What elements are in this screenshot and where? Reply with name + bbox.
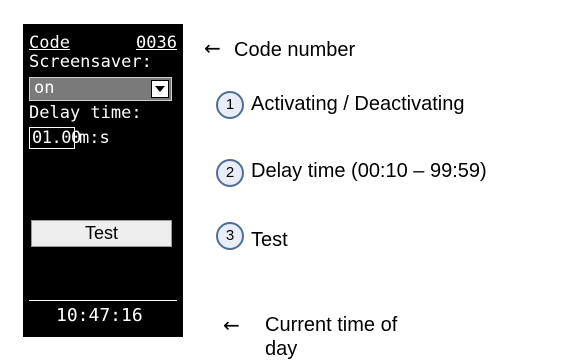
test-button[interactable]: Test bbox=[31, 220, 172, 247]
left-arrow-icon: ← bbox=[204, 36, 221, 60]
current-time-display: 10:47:16 bbox=[56, 305, 143, 326]
delay-time-value: 01.00 bbox=[32, 128, 81, 148]
annotation-delay-time: Delay time (00:10 – 99:59) bbox=[251, 160, 487, 182]
annotation-current-time: Current time of bbox=[265, 314, 398, 336]
delay-time-input[interactable]: 01.00 bbox=[29, 127, 81, 149]
dropdown-arrow-button[interactable] bbox=[151, 80, 169, 98]
delay-time-unit: m:s bbox=[79, 128, 110, 148]
screensaver-dropdown[interactable]: on bbox=[29, 77, 172, 101]
left-arrow-icon: ← bbox=[223, 313, 240, 337]
code-row: Code 0036 bbox=[29, 34, 177, 53]
screensaver-value: on bbox=[34, 78, 55, 98]
code-label: Code bbox=[29, 33, 70, 53]
callout-number-3: 3 bbox=[216, 222, 244, 250]
device-screen: Code 0036 Screensaver: on Delay time: 01… bbox=[23, 24, 183, 337]
chevron-down-icon bbox=[155, 86, 165, 92]
callout-number-2: 2 bbox=[216, 159, 244, 187]
divider bbox=[29, 300, 177, 301]
screensaver-label: Screensaver: bbox=[29, 52, 152, 72]
annotation-code-number: Code number bbox=[234, 39, 356, 61]
code-value: 0036 bbox=[136, 33, 177, 53]
annotation-current-time-cont: day bbox=[265, 338, 298, 360]
callout-number-1: 1 bbox=[216, 91, 244, 119]
annotation-activating: Activating / Deactivating bbox=[251, 93, 465, 115]
annotation-test: Test bbox=[251, 229, 288, 251]
delay-time-label: Delay time: bbox=[29, 103, 142, 123]
